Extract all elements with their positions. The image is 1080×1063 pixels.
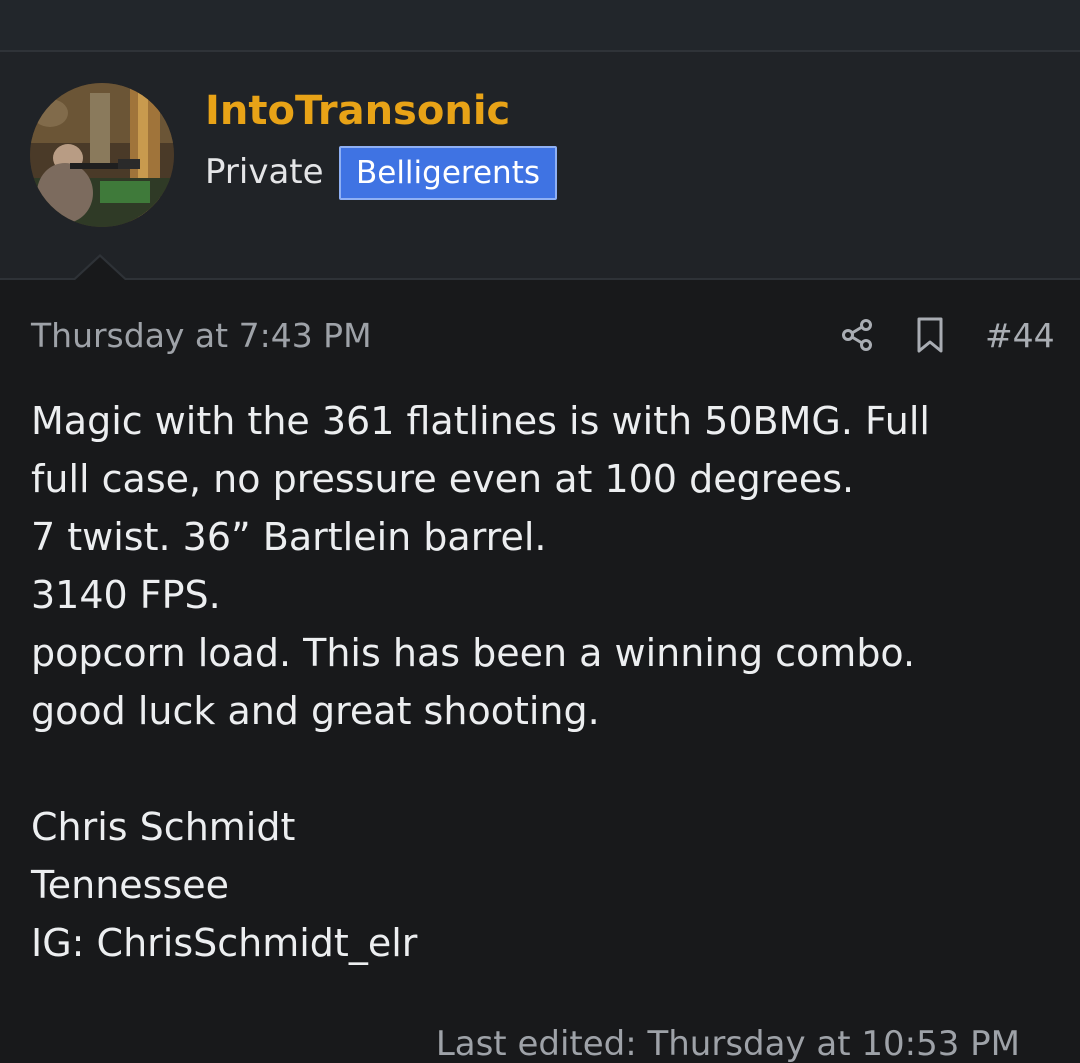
post-number-link[interactable]: #44	[985, 316, 1055, 355]
username[interactable]: IntoTransonic	[205, 88, 510, 134]
post-line: full case, no pressure even at 100 degre…	[31, 457, 855, 501]
share-icon-glyph	[842, 319, 872, 351]
post-line: Magic with the 361 flatlines is with 50B…	[31, 399, 930, 443]
post-body: Magic with the 361 flatlines is with 50B…	[31, 392, 1041, 972]
avatar[interactable]	[30, 83, 174, 227]
post-line: 3140 FPS.	[31, 573, 221, 617]
signature-instagram: IG: ChrisSchmidt_elr	[31, 921, 418, 965]
user-title: Private	[205, 152, 324, 192]
bookmark-icon-glyph	[917, 317, 943, 353]
avatar-image	[30, 83, 174, 227]
user-banner: Belligerents	[339, 146, 557, 200]
signature-location: Tennessee	[31, 863, 230, 907]
user-block-pointer	[72, 254, 128, 281]
bookmark-icon[interactable]	[914, 316, 946, 354]
post-date[interactable]: Thursday at 7:43 PM	[31, 316, 372, 355]
signature-name: Chris Schmidt	[31, 805, 296, 849]
last-edited: Last edited: Thursday at 10:53 PM	[435, 1024, 1020, 1063]
share-icon[interactable]	[840, 318, 874, 352]
post-line: 7 twist. 36” Bartlein barrel.	[31, 515, 547, 559]
post-line: good luck and great shooting.	[31, 689, 600, 733]
top-bar	[0, 0, 1080, 52]
post-line: popcorn load. This has been a winning co…	[31, 631, 916, 675]
